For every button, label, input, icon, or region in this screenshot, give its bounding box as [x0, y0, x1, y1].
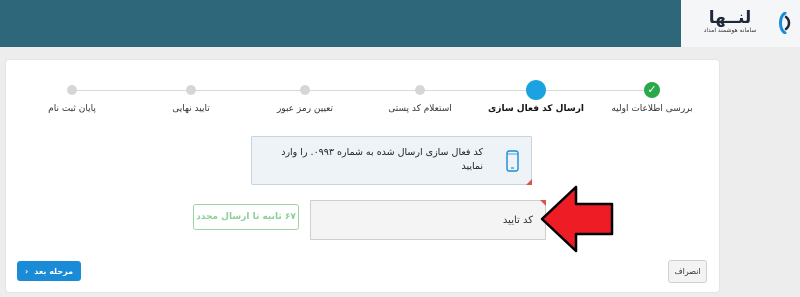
chevron-left-icon: ‹	[24, 266, 29, 276]
sms-info-line-2: نمایید	[461, 161, 483, 172]
resend-code-button[interactable]: ۶۷ ثانیه تا ارسال مجدد	[193, 204, 299, 230]
sms-info-line-1: کد فعال سازی ارسال شده به شماره ۰۹۹۳. را…	[281, 147, 483, 158]
stepper-track	[71, 90, 651, 91]
next-step-button[interactable]: مرحله بعد ‹	[17, 261, 81, 281]
cancel-button[interactable]: انصراف	[668, 260, 707, 283]
brand-logo-icon	[779, 12, 791, 34]
step-1-label: بررسی اطلاعات اولیه	[611, 104, 693, 114]
sms-info-box: کد فعال سازی ارسال شده به شماره ۰۹۹۳. را…	[251, 136, 532, 185]
registration-card: ✓ بررسی اطلاعات اولیه ارسال کد فعال سازی…	[5, 59, 720, 293]
phone-icon	[506, 150, 519, 172]
step-4-dot	[300, 85, 310, 95]
step-5-label: تایید نهایی	[172, 104, 210, 114]
brand-text: لنــها سامانه هوشمند امداد	[685, 9, 775, 35]
step-3-label: استعلام کد پستی	[388, 104, 452, 114]
red-arrow-icon	[540, 185, 614, 253]
step-2-active-indicator	[526, 80, 546, 100]
sms-info-message: کد فعال سازی ارسال شده به شماره ۰۹۹۳. را…	[263, 146, 483, 174]
step-3-dot	[415, 85, 425, 95]
step-6-dot	[67, 85, 77, 95]
info-corner-marker	[526, 179, 532, 185]
verification-code-input[interactable]	[310, 200, 546, 240]
brand-name: لنــها	[708, 8, 752, 28]
brand-tagline: سامانه هوشمند امداد	[703, 27, 757, 34]
top-header: لنــها سامانه هوشمند امداد	[0, 0, 800, 47]
step-6-label: پایان ثبت نام	[48, 104, 96, 114]
step-1-done-icon: ✓	[644, 82, 660, 98]
next-step-label: مرحله بعد	[34, 266, 74, 276]
step-4-label: تعیین رمز عبور	[276, 104, 334, 114]
step-5-dot	[186, 85, 196, 95]
brand-logo-area[interactable]: لنــها سامانه هوشمند امداد	[681, 0, 800, 47]
step-2-label: ارسال کد فعال سازی	[488, 104, 584, 114]
